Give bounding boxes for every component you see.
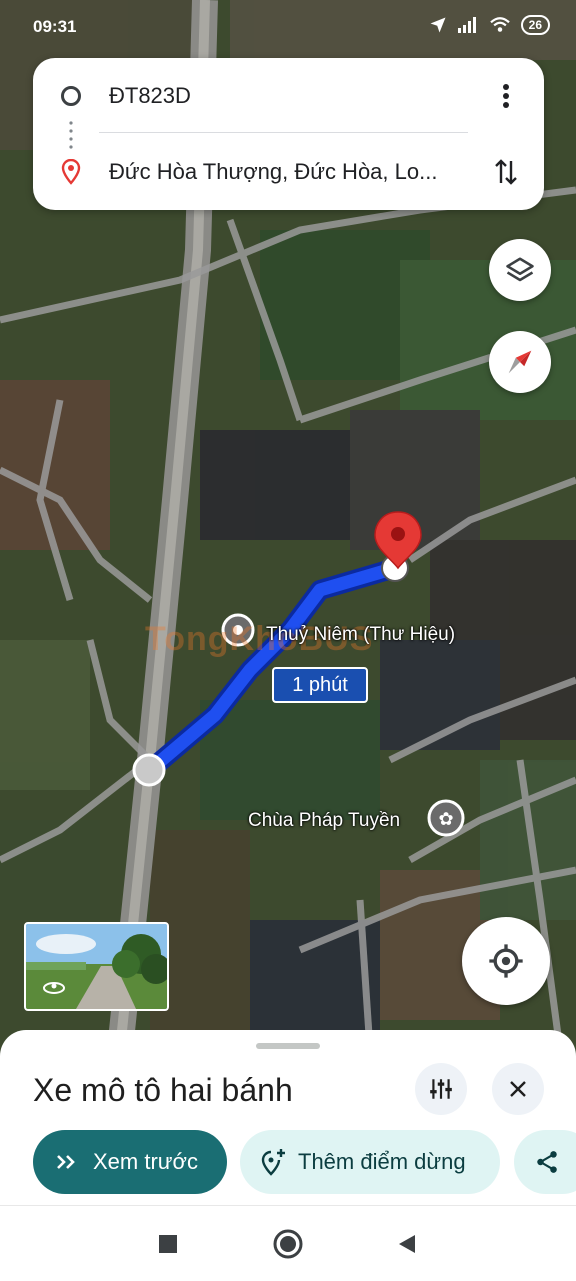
system-nav-bar [0,1205,576,1281]
my-location-button[interactable] [462,917,550,1005]
swap-button[interactable] [468,157,544,187]
back-icon [399,1235,415,1253]
share-icon [537,1151,557,1173]
destination-pin-small-icon [61,159,81,185]
add-stop-button[interactable]: Thêm điểm dừng [240,1130,500,1194]
sliders-icon [430,1079,452,1099]
close-icon [510,1081,526,1097]
temple-label[interactable]: Chùa Pháp Tuyền [248,810,400,832]
origin-field[interactable]: ĐT823D [109,83,468,109]
route-card: ĐT823D Đức Hòa Thượng, Đức Hòa, Lo... [33,58,544,210]
street-view-thumbnail[interactable] [24,922,169,1011]
recents-button[interactable] [152,1228,184,1260]
status-bar: 09:31 26 [0,0,576,52]
place-label[interactable]: Thuỷ Niêm (Thư Hiệu) [266,624,455,646]
origin-circle-icon [61,86,81,106]
divider [99,132,468,133]
home-button[interactable] [272,1228,304,1260]
route-options-button[interactable] [415,1063,467,1115]
battery-indicator: 26 [520,15,550,35]
chevrons-right-icon [57,1155,75,1169]
travel-mode-title: Xe mô tô hai bánh [33,1072,293,1108]
add-stop-icon [261,1149,285,1176]
location-arrow-icon [430,17,446,33]
destination-row[interactable]: Đức Hòa Thượng, Đức Hòa, Lo... [33,142,544,202]
my-location-icon [489,944,523,978]
street-view-rotate-icon [42,980,65,994]
recents-icon [159,1235,177,1253]
origin-row[interactable]: ĐT823D [33,66,544,126]
preview-button[interactable]: Xem trước [33,1130,227,1194]
share-button[interactable] [514,1130,576,1194]
street-view-image [26,924,167,1009]
more-vert-icon [503,84,509,108]
duration-badge: 1 phút [272,667,368,703]
wifi-icon [489,17,510,32]
layers-icon [506,257,534,282]
swap-icon [495,159,517,185]
add-stop-label: Thêm điểm dừng [298,1149,466,1174]
svg-text:✿: ✿ [438,809,453,830]
layers-button[interactable] [489,239,551,301]
route-start-marker [132,753,166,787]
close-button[interactable] [492,1063,544,1115]
home-icon [273,1229,303,1259]
signal-icon [457,17,476,33]
more-options-button[interactable] [468,83,544,109]
compass-button[interactable] [489,331,551,393]
status-time: 09:31 [33,17,77,36]
sheet-drag-handle[interactable] [256,1043,320,1049]
back-button[interactable] [390,1228,422,1260]
temple-marker-icon: ✿ [427,799,465,837]
destination-field[interactable]: Đức Hòa Thượng, Đức Hòa, Lo... [109,159,468,185]
preview-label: Xem trước [93,1149,198,1174]
bottom-sheet: Xe mô tô hai bánh Xem trước Thêm điểm dừ… [0,1030,576,1205]
compass-icon [508,350,532,374]
